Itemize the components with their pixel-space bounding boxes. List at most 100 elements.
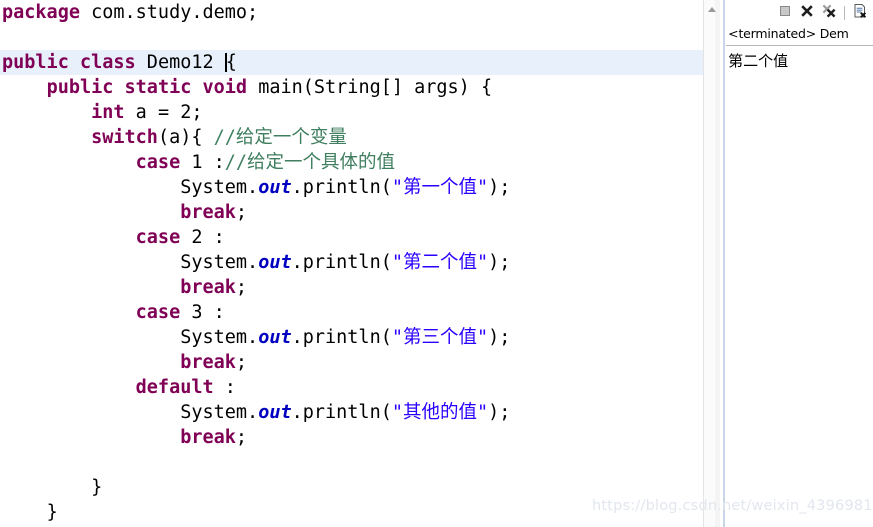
code-token-str: "第三个值" bbox=[391, 327, 489, 348]
code-line[interactable]: int a = 2; bbox=[0, 100, 720, 125]
code-token-kw: break bbox=[180, 352, 236, 373]
code-token-plain: .println( bbox=[291, 177, 392, 198]
code-token-plain: 3 : bbox=[180, 302, 225, 323]
console-output-text: 第二个值 bbox=[728, 52, 789, 70]
code-token-kw: break bbox=[180, 277, 236, 298]
code-token-kw: public bbox=[2, 52, 69, 73]
code-line[interactable]: case 1 ://给定一个具体的值 bbox=[0, 150, 720, 175]
code-line[interactable]: break; bbox=[0, 350, 720, 375]
code-line[interactable]: System.out.println("第三个值"); bbox=[0, 325, 720, 350]
code-line[interactable] bbox=[0, 450, 720, 475]
code-line[interactable]: } bbox=[0, 475, 720, 500]
code-token-str: "第二个值" bbox=[391, 252, 489, 273]
code-token-kw: case bbox=[135, 152, 181, 173]
code-token-plain: com.study.demo; bbox=[79, 2, 259, 23]
code-text-area[interactable]: package com.study.demo; public class Dem… bbox=[0, 0, 721, 527]
code-token-plain: ; bbox=[235, 427, 248, 448]
code-line[interactable]: System.out.println("第二个值"); bbox=[0, 250, 720, 275]
code-line[interactable] bbox=[0, 25, 720, 50]
console-view: <terminated> Dem 第二个值 bbox=[726, 0, 873, 527]
remove-launch-button[interactable] bbox=[798, 4, 816, 22]
document-remove-icon bbox=[852, 3, 868, 23]
code-token-field: out bbox=[258, 327, 292, 348]
code-token-plain: } bbox=[91, 477, 103, 498]
code-token-cmt: //给定一个变量 bbox=[213, 127, 347, 148]
terminate-button bbox=[776, 4, 794, 22]
code-token-kw: break bbox=[180, 427, 236, 448]
code-token-str: "其他的值" bbox=[391, 402, 489, 423]
code-token-plain: a = 2; bbox=[124, 102, 203, 123]
toolbar-separator bbox=[844, 6, 845, 20]
java-code-editor[interactable]: package com.study.demo; public class Dem… bbox=[0, 0, 721, 527]
code-token-plain: : bbox=[213, 377, 236, 398]
code-line[interactable]: package com.study.demo; bbox=[0, 0, 720, 25]
code-token-plain: { bbox=[225, 52, 237, 73]
code-line[interactable]: break; bbox=[0, 200, 720, 225]
clear-console-button[interactable] bbox=[851, 4, 869, 22]
code-line[interactable]: break; bbox=[0, 275, 720, 300]
code-token-plain: } bbox=[46, 502, 58, 523]
code-token-kw: package bbox=[2, 2, 80, 23]
code-token-plain: ); bbox=[488, 252, 511, 273]
code-line[interactable]: case 2 : bbox=[0, 225, 720, 250]
code-token-plain: .println( bbox=[291, 402, 392, 423]
code-token-kw: switch bbox=[91, 127, 158, 148]
code-token-plain: main(String[] args) { bbox=[247, 77, 493, 98]
eclipse-ide-window: package com.study.demo; public class Dem… bbox=[0, 0, 873, 527]
editor-vertical-scrollbar[interactable] bbox=[703, 0, 721, 527]
console-toolbar bbox=[726, 0, 873, 24]
code-line[interactable]: } bbox=[0, 500, 720, 525]
code-token-kw: class bbox=[79, 52, 136, 73]
code-token-plain: System. bbox=[180, 177, 259, 198]
code-token-plain: Demo12 bbox=[135, 52, 225, 73]
code-token-kw: default bbox=[135, 377, 214, 398]
code-token-plain: 1 : bbox=[180, 152, 225, 173]
code-token-kw: int bbox=[91, 102, 125, 123]
code-token-field: out bbox=[258, 252, 292, 273]
code-token-plain: System. bbox=[180, 327, 259, 348]
code-line[interactable]: break; bbox=[0, 425, 720, 450]
code-token-plain: ; bbox=[235, 352, 248, 373]
code-token-plain: ; bbox=[235, 202, 248, 223]
code-token-plain: ); bbox=[488, 402, 511, 423]
code-line[interactable]: case 3 : bbox=[0, 300, 720, 325]
code-token-plain: 2 : bbox=[180, 227, 225, 248]
code-token-plain: .println( bbox=[291, 327, 392, 348]
code-line[interactable]: public static void main(String[] args) { bbox=[0, 75, 720, 100]
triangle-up-icon[interactable] bbox=[704, 2, 720, 16]
code-token-kw: void bbox=[202, 77, 248, 98]
x-icon bbox=[799, 3, 815, 23]
double-x-icon bbox=[821, 3, 837, 23]
console-title: <terminated> Dem bbox=[726, 24, 873, 46]
code-line[interactable]: public class Demo12 { bbox=[0, 50, 721, 75]
code-line[interactable]: default : bbox=[0, 375, 720, 400]
code-line[interactable]: switch(a){ //给定一个变量 bbox=[0, 125, 720, 150]
pane-divider-grip[interactable] bbox=[723, 0, 726, 527]
code-token-plain: (a){ bbox=[157, 127, 214, 148]
code-token-kw: public bbox=[46, 77, 114, 98]
code-token-plain: System. bbox=[180, 252, 259, 273]
code-line[interactable]: System.out.println("第一个值"); bbox=[0, 175, 720, 200]
remove-all-terminated-button[interactable] bbox=[820, 4, 838, 22]
code-token-str: "第一个值" bbox=[391, 177, 489, 198]
code-token-plain: System. bbox=[180, 402, 259, 423]
code-line[interactable]: System.out.println("其他的值"); bbox=[0, 400, 720, 425]
code-token-kw: break bbox=[180, 202, 236, 223]
